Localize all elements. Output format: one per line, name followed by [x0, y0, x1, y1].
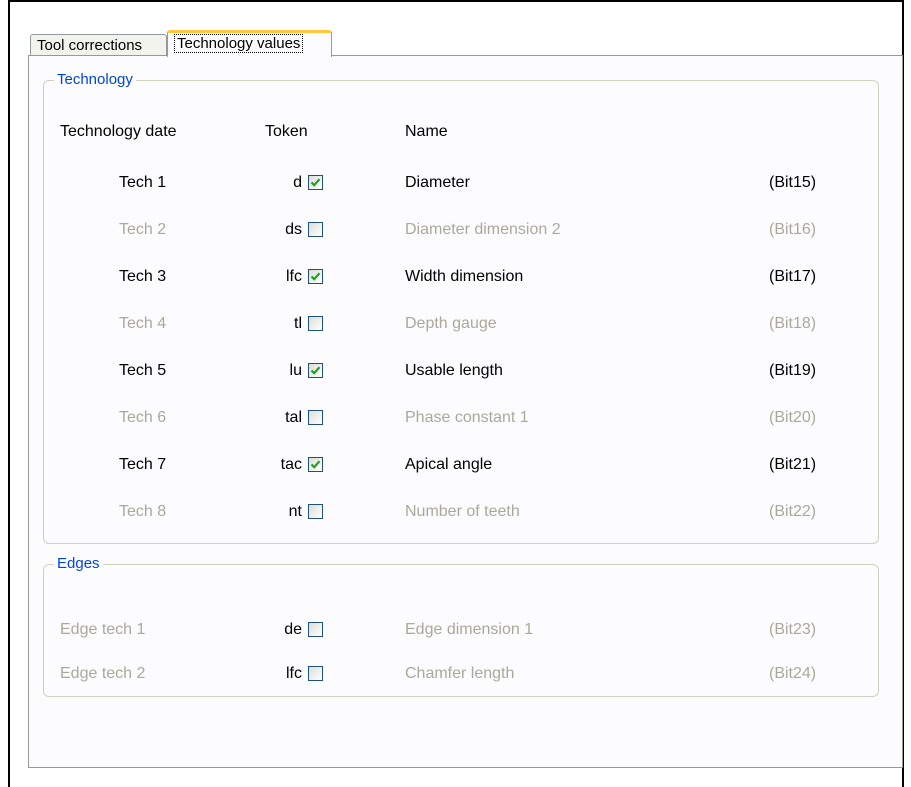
- edge-checkbox[interactable]: [308, 666, 323, 681]
- tech-token: tac: [280, 456, 302, 473]
- tech-token: d: [293, 174, 302, 191]
- tech-checkbox[interactable]: [308, 504, 323, 519]
- tech-name: Phase constant 1: [405, 409, 529, 426]
- checkmark-icon: [310, 272, 321, 281]
- tech-bit: (Bit22): [769, 503, 817, 520]
- tech-bit: (Bit21): [769, 456, 817, 473]
- tech-token: tal: [285, 409, 302, 426]
- tech-checkbox[interactable]: [308, 410, 323, 425]
- tech-checkbox[interactable]: [308, 457, 323, 472]
- tech-bit: (Bit19): [769, 362, 817, 379]
- edges-group-legend: Edges: [54, 555, 103, 573]
- tech-token: ds: [285, 221, 302, 238]
- tech-bit: (Bit16): [769, 221, 817, 238]
- header-name: Name: [405, 123, 448, 140]
- tech-name: Apical angle: [405, 456, 493, 473]
- tech-name: Diameter dimension 2: [405, 221, 561, 238]
- checkmark-icon: [310, 460, 321, 469]
- edges-group: Edges Edge tech 1 de Edge dimension 1 (Bit2…: [43, 555, 879, 697]
- checkmark-icon: [310, 366, 321, 375]
- tech-date: Tech 7: [119, 456, 167, 473]
- tech-date: Tech 5: [119, 362, 167, 379]
- edge-name: Edge dimension 1: [405, 621, 534, 638]
- tech-checkbox[interactable]: [308, 222, 323, 237]
- tech-checkbox[interactable]: [308, 175, 323, 190]
- tech-token: tl: [294, 315, 302, 332]
- tab-label: Tool corrections: [37, 37, 143, 54]
- checkmark-icon: [310, 178, 321, 187]
- technology-group: Technology Technology date Token Name Te…: [43, 71, 879, 544]
- edge-token: lfc: [286, 665, 302, 682]
- tech-token: nt: [288, 503, 302, 520]
- tech-date: Tech 3: [119, 268, 167, 285]
- tech-bit: (Bit20): [769, 409, 817, 426]
- window-border-left: [8, 0, 10, 787]
- tech-bit: (Bit15): [769, 174, 817, 191]
- edge-bit: (Bit23): [769, 621, 817, 638]
- tech-token: lfc: [286, 268, 302, 285]
- tech-name: Usable length: [405, 362, 503, 379]
- header-technology-date: Technology date: [60, 123, 177, 140]
- header-token: Token: [265, 123, 308, 140]
- tab-panel: Technology Technology date Token Name Te…: [28, 55, 903, 768]
- tech-name: Width dimension: [405, 268, 524, 285]
- tech-bit: (Bit18): [769, 315, 817, 332]
- window-border-top: [8, 0, 904, 2]
- tech-name: Depth gauge: [405, 315, 497, 332]
- edge-name: Chamfer length: [405, 665, 515, 682]
- tab-label: Technology values: [174, 34, 304, 53]
- tab-technology-values[interactable]: Technology values: [167, 30, 332, 57]
- tab-tool-corrections[interactable]: Tool corrections: [30, 34, 167, 56]
- tech-checkbox[interactable]: [308, 363, 323, 378]
- tech-name: Number of teeth: [405, 503, 520, 520]
- edge-checkbox[interactable]: [308, 622, 323, 637]
- tech-token: lu: [289, 362, 302, 379]
- tech-date: Tech 2: [119, 221, 167, 238]
- technology-group-legend: Technology: [54, 71, 136, 89]
- edge-bit: (Bit24): [769, 665, 817, 682]
- tech-date: Tech 6: [119, 409, 167, 426]
- tech-date: Tech 1: [119, 174, 167, 191]
- tech-date: Tech 4: [119, 315, 167, 332]
- tech-date: Tech 8: [119, 503, 167, 520]
- tech-checkbox[interactable]: [308, 316, 323, 331]
- tech-bit: (Bit17): [769, 268, 817, 285]
- edge-date: Edge tech 1: [60, 621, 146, 638]
- edge-token: de: [284, 621, 302, 638]
- edge-date: Edge tech 2: [60, 665, 146, 682]
- tech-name: Diameter: [405, 174, 470, 191]
- tech-checkbox[interactable]: [308, 269, 323, 284]
